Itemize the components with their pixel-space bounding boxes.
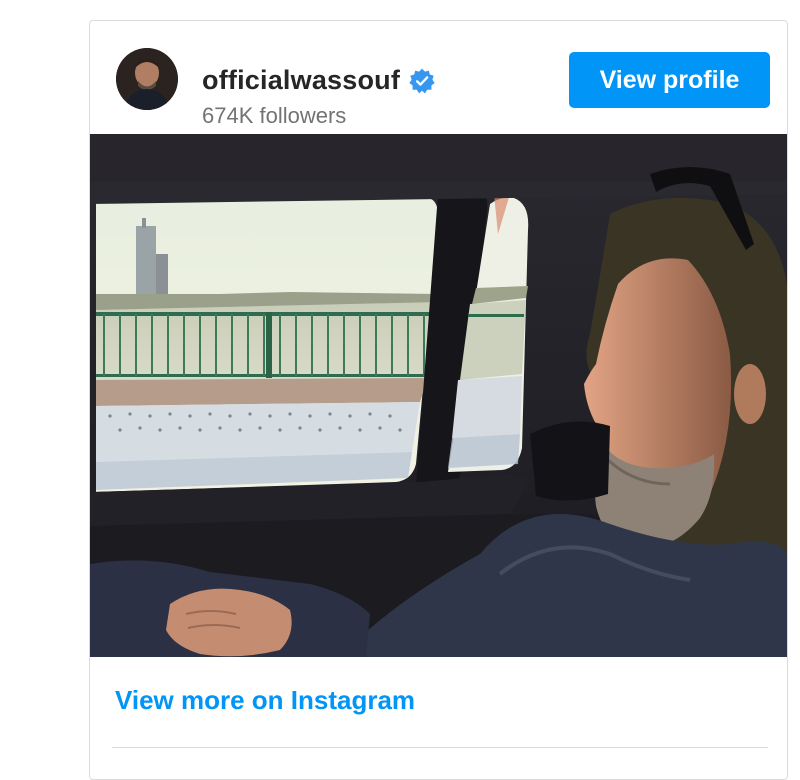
verified-badge-icon xyxy=(409,68,435,94)
post-photo[interactable] xyxy=(90,134,787,657)
username[interactable]: officialwassouf xyxy=(202,65,400,96)
post-photo-illustration xyxy=(90,134,787,657)
instagram-embed-card: officialwassouf 674K followers View prof… xyxy=(89,20,788,780)
view-profile-button[interactable]: View profile xyxy=(569,52,770,108)
footer-divider xyxy=(112,747,768,748)
avatar-image xyxy=(116,48,178,110)
follower-count: 674K followers xyxy=(202,103,347,128)
profile-avatar[interactable] xyxy=(116,48,178,110)
view-more-on-instagram-link[interactable]: View more on Instagram xyxy=(115,685,415,716)
post-header: officialwassouf 674K followers View prof… xyxy=(90,21,787,134)
username-row: officialwassouf xyxy=(202,65,435,96)
